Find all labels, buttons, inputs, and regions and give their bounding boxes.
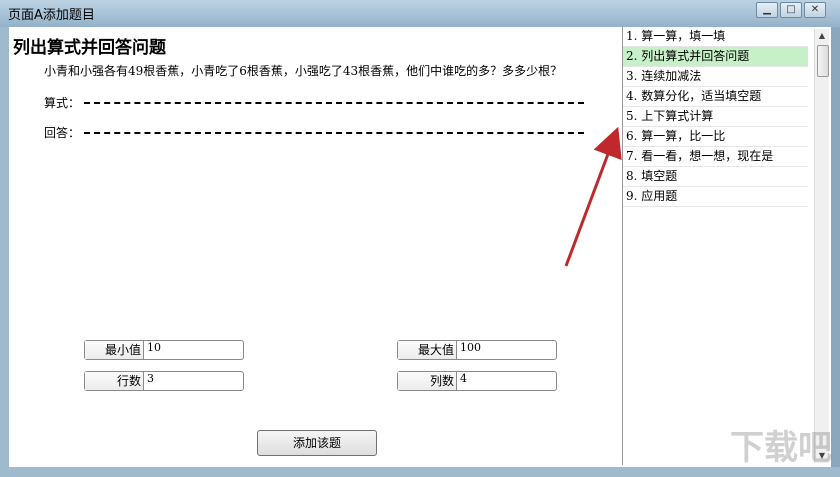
list-item[interactable]: 9. 应用题: [623, 187, 808, 207]
cols-label: 列数: [398, 372, 457, 390]
answer-line: [84, 132, 584, 134]
max-value-input[interactable]: 100: [457, 341, 556, 359]
add-question-button[interactable]: 添加该题: [257, 430, 377, 456]
title-bar: 页面A添加题目 ▁ □ ✕: [0, 0, 840, 27]
list-scrollbar[interactable]: ▲ ▼: [814, 29, 829, 463]
question-title: 列出算式并回答问题: [13, 38, 166, 58]
rows-label: 行数: [85, 372, 144, 390]
formula-label: 算式：: [44, 96, 81, 110]
cols-field: 列数 4: [397, 371, 557, 391]
answer-label: 回答：: [44, 126, 81, 140]
minimize-icon[interactable]: ▁: [756, 2, 778, 18]
formula-answer-line: [84, 102, 584, 104]
app-window: 页面A添加题目 ▁ □ ✕ 列出算式并回答问题 小青和小强各有49根香蕉，小青吃…: [0, 0, 840, 477]
list-item[interactable]: 1. 算一算，填一填: [623, 27, 808, 47]
min-value-field: 最小值 10: [84, 340, 244, 360]
window-frame-right: [830, 27, 840, 477]
window-frame-left: [0, 27, 9, 477]
max-value-label: 最大值: [398, 341, 457, 359]
window-title: 页面A添加题目: [8, 8, 95, 23]
content-area: 列出算式并回答问题 小青和小强各有49根香蕉，小青吃了6根香蕉，小强吃了43根香…: [9, 27, 831, 467]
list-item[interactable]: 4. 数算分化，适当填空题: [623, 87, 808, 107]
list-item[interactable]: 5. 上下算式计算: [623, 107, 808, 127]
min-value-input[interactable]: 10: [144, 341, 243, 359]
min-value-label: 最小值: [85, 341, 144, 359]
maximize-icon[interactable]: □: [780, 2, 802, 18]
close-icon[interactable]: ✕: [804, 2, 826, 18]
list-item[interactable]: 8. 填空题: [623, 167, 808, 187]
list-item[interactable]: 2. 列出算式并回答问题: [623, 47, 808, 67]
question-text: 小青和小强各有49根香蕉，小青吃了6根香蕉，小强吃了43根香蕉，他们中谁吃的多？…: [44, 64, 563, 78]
scroll-thumb[interactable]: [817, 45, 829, 77]
list-item[interactable]: 7. 看一看，想一想，现在是: [623, 147, 808, 167]
watermark: 下载吧: [730, 428, 832, 468]
question-type-list: 1. 算一算，填一填 2. 列出算式并回答问题 3. 连续加减法 4. 数算分化，适当…: [622, 27, 831, 465]
rows-field: 行数 3: [84, 371, 244, 391]
max-value-field: 最大值 100: [397, 340, 557, 360]
rows-input[interactable]: 3: [144, 372, 243, 390]
scroll-up-icon[interactable]: ▲: [815, 29, 829, 43]
list-item[interactable]: 6. 算一算，比一比: [623, 127, 808, 147]
cols-input[interactable]: 4: [457, 372, 556, 390]
list-item[interactable]: 3. 连续加减法: [623, 67, 808, 87]
window-frame-bottom: [0, 467, 840, 477]
window-controls: ▁ □ ✕: [754, 2, 826, 18]
